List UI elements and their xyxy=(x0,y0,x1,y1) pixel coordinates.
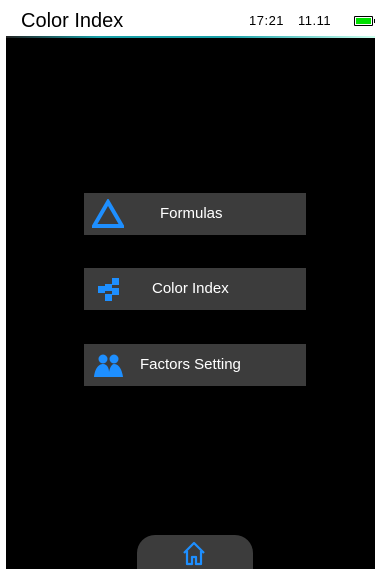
color-index-label: Color Index xyxy=(152,280,229,297)
battery-icon xyxy=(354,16,375,26)
status-divider xyxy=(6,36,375,38)
status-bar: Color Index 17:21 11.11 xyxy=(6,0,375,38)
page-title: Color Index xyxy=(21,10,124,32)
factors-setting-label: Factors Setting xyxy=(140,356,241,373)
color-index-button[interactable]: Color Index xyxy=(84,268,306,310)
people-icon xyxy=(94,354,123,377)
formulas-button[interactable]: Formulas xyxy=(84,193,306,235)
app-screen: Color Index 17:21 11.11 Formulas Color I… xyxy=(6,0,375,569)
formulas-label: Formulas xyxy=(160,205,223,222)
clock-date: 11.11 xyxy=(298,13,332,28)
clock-time: 17:21 xyxy=(249,13,285,28)
triangle-icon xyxy=(92,199,124,228)
checker-icon xyxy=(98,278,119,301)
home-button[interactable] xyxy=(137,535,253,569)
home-icon xyxy=(183,541,205,566)
factors-setting-button[interactable]: Factors Setting xyxy=(84,344,306,386)
